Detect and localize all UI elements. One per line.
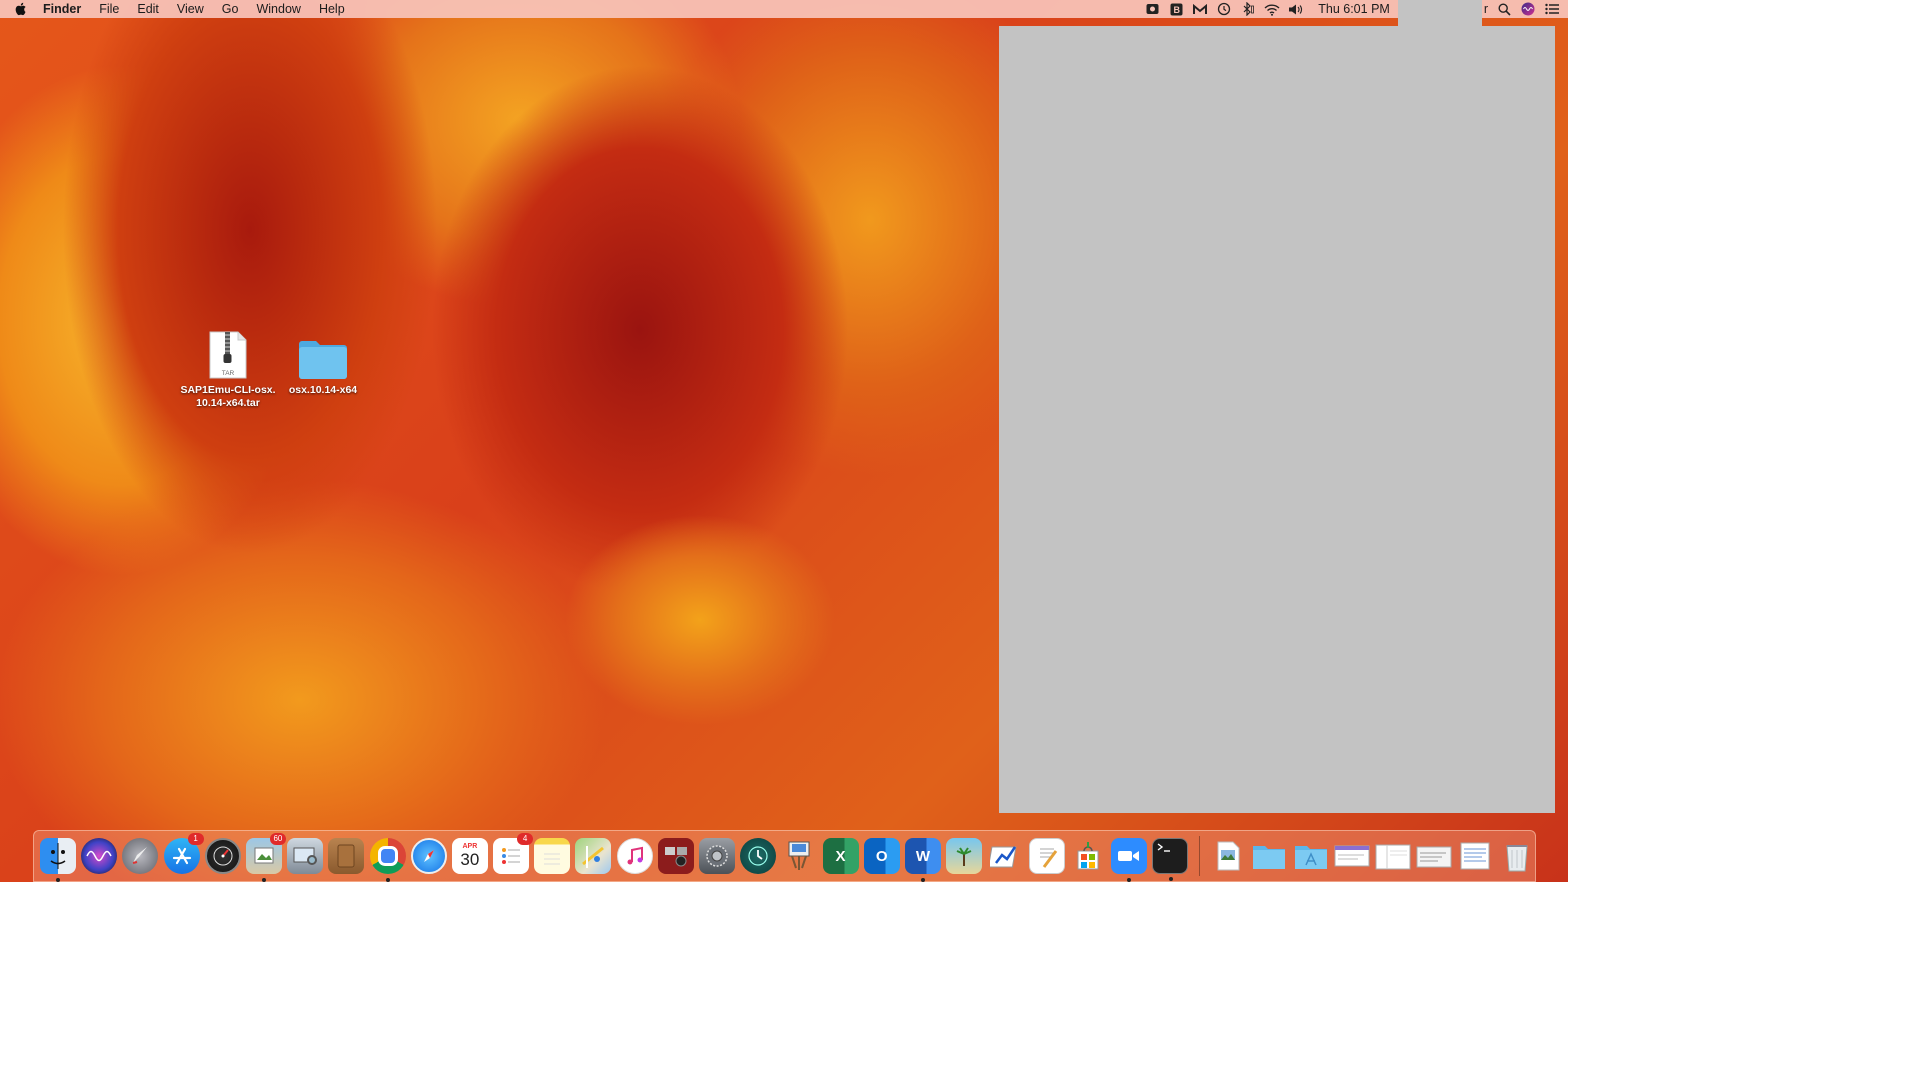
textedit-icon[interactable] <box>1028 838 1065 874</box>
menu-help[interactable]: Help <box>319 2 345 16</box>
menu-window[interactable]: Window <box>256 2 300 16</box>
documents-folder-icon[interactable] <box>1251 838 1287 874</box>
jpeg-file-icon[interactable] <box>1210 838 1246 874</box>
bluetooth-icon[interactable] <box>1240 2 1256 16</box>
file-type-badge: TAR <box>222 370 235 377</box>
redacted-region <box>1397 0 1482 26</box>
status-menus: B Thu 6:01 PM r <box>1144 0 1568 26</box>
launchpad-icon[interactable] <box>122 838 159 874</box>
itunes-icon[interactable] <box>616 838 653 874</box>
recent-window-4-icon[interactable] <box>1457 838 1493 874</box>
image-capture-icon[interactable] <box>287 838 324 874</box>
applications-folder-icon[interactable] <box>1293 838 1329 874</box>
excel-icon[interactable]: X <box>822 838 859 874</box>
recent-window-3-icon[interactable] <box>1416 838 1452 874</box>
desktop-item-tar-archive[interactable]: TAR SAP1Emu-CLI-osx. 10.14-x64.tar <box>173 330 283 410</box>
running-indicator <box>261 878 266 882</box>
system-preferences-icon[interactable] <box>699 838 735 874</box>
dock: 1 60 APR 30 4 X O W <box>33 830 1536 882</box>
recent-window-2-icon[interactable] <box>1375 838 1411 874</box>
menu-go[interactable]: Go <box>222 2 239 16</box>
keynote-icon[interactable] <box>781 838 817 874</box>
running-indicator <box>56 878 60 882</box>
notes-icon[interactable] <box>534 838 571 874</box>
apple-menu-icon[interactable] <box>15 2 29 16</box>
clipped-status-text: r <box>1483 2 1488 16</box>
reminders-badge: 4 <box>517 833 534 845</box>
chrome-icon[interactable] <box>369 838 406 882</box>
calendar-icon[interactable]: APR 30 <box>451 838 488 874</box>
b-app-icon[interactable]: B <box>1168 2 1184 16</box>
trash-icon[interactable] <box>1499 838 1535 874</box>
word-icon[interactable]: W <box>904 838 941 882</box>
desktop-item-label: SAP1Emu-CLI-osx. 10.14-x64.tar <box>180 384 276 409</box>
instruments-gauge-icon[interactable] <box>204 838 241 874</box>
menu-bar: Finder File Edit View Go Window Help B T… <box>0 0 1568 26</box>
running-indicator <box>1126 878 1131 882</box>
microsoft-store-icon[interactable] <box>1070 838 1106 874</box>
maps-icon[interactable] <box>575 838 612 874</box>
safari-icon[interactable] <box>410 838 447 874</box>
time-machine-icon[interactable] <box>1216 2 1232 16</box>
desktop-item-label: osx.10.14-x64 <box>288 384 358 396</box>
menu-file[interactable]: File <box>99 2 119 16</box>
desktop-item-folder[interactable]: osx.10.14-x64 <box>268 338 378 397</box>
chrome-center-icon <box>377 846 398 866</box>
time-machine-icon[interactable] <box>740 838 777 874</box>
screen-record-icon[interactable] <box>1144 2 1160 16</box>
photo-booth-icon[interactable] <box>657 838 694 874</box>
redacted-region <box>999 26 1555 813</box>
running-indicator <box>1169 877 1174 881</box>
running-indicator <box>920 878 925 882</box>
terminal-icon[interactable] <box>1152 838 1189 881</box>
calendar-day: 30 <box>460 850 480 869</box>
notes-book-icon[interactable] <box>328 838 365 874</box>
menu-bar-clock[interactable]: Thu 6:01 PM <box>1318 2 1390 16</box>
grapher-icon[interactable] <box>987 838 1023 874</box>
dock-separator <box>1199 836 1201 876</box>
spotlight-icon[interactable] <box>1496 2 1512 16</box>
volume-icon[interactable] <box>1288 2 1304 16</box>
wifi-icon[interactable] <box>1264 2 1280 16</box>
desktop-wallpaper: Finder File Edit View Go Window Help B T… <box>0 0 1568 882</box>
photos-beach-icon[interactable] <box>946 838 983 874</box>
app-store-icon[interactable]: 1 <box>163 833 204 874</box>
tar-file-icon: TAR <box>209 331 247 379</box>
folder-icon <box>299 341 347 379</box>
notification-center-icon[interactable] <box>1544 2 1560 16</box>
siri-icon[interactable] <box>1520 2 1536 16</box>
finder-icon[interactable] <box>40 838 76 882</box>
svg-text:B: B <box>1173 5 1180 15</box>
recent-window-1-icon[interactable] <box>1334 838 1370 874</box>
menu-edit[interactable]: Edit <box>137 2 159 16</box>
preview-badge: 60 <box>269 833 286 845</box>
siri-icon[interactable] <box>81 838 118 874</box>
outlook-icon[interactable]: O <box>863 838 900 874</box>
gmail-icon[interactable] <box>1192 2 1208 16</box>
menu-view[interactable]: View <box>177 2 204 16</box>
app-store-badge: 1 <box>187 833 204 845</box>
running-indicator <box>385 878 390 882</box>
zoom-icon[interactable] <box>1110 838 1147 882</box>
preview-icon[interactable]: 60 <box>245 833 286 882</box>
reminders-icon[interactable]: 4 <box>493 833 534 874</box>
menu-app-finder[interactable]: Finder <box>43 2 81 16</box>
